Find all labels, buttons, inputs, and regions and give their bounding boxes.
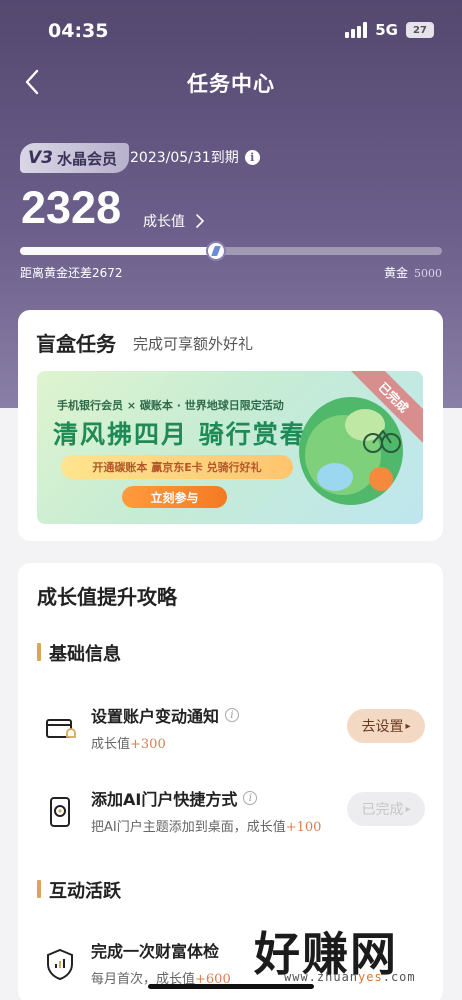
- phone-shortcut-icon: [50, 797, 70, 827]
- watermark-url-a: www.zhuan: [284, 970, 359, 984]
- badge-level-mark: V3: [28, 148, 53, 168]
- completed-button-label: 已完成: [361, 802, 404, 818]
- go-set-button[interactable]: 去设置 ▸: [347, 709, 425, 743]
- card-bell-icon: [46, 719, 76, 738]
- task-row-notify: 设置账户变动通知 i 成长值+300 去设置 ▸: [18, 703, 443, 763]
- task-reward: +300: [130, 737, 166, 752]
- growth-progress-bar: [20, 241, 442, 261]
- battery-level: 27: [413, 24, 427, 36]
- watermark-url-c: .com: [382, 970, 416, 984]
- caret-right-icon: ▸: [405, 720, 411, 732]
- join-now-button[interactable]: 立刻参与: [122, 486, 227, 508]
- task-reward: +100: [285, 820, 322, 835]
- banner-top-text: 手机银行会员 × 碳账本 · 世界地球日限定活动: [57, 399, 284, 412]
- section-title-interactive: 互动活跃: [37, 877, 121, 903]
- growth-label: 成长值: [143, 214, 185, 230]
- info-icon[interactable]: i: [243, 791, 258, 805]
- progress-knob-icon: [206, 241, 226, 261]
- task-name: 完成一次财富体检: [91, 938, 219, 962]
- blind-box-title: 盲盒任务: [36, 332, 116, 356]
- completed-button[interactable]: 已完成 ▸: [347, 792, 425, 826]
- guide-title: 成长值提升攻略: [37, 585, 177, 609]
- chevron-right-icon: [196, 214, 205, 228]
- next-level-value: 5000: [414, 267, 442, 280]
- blind-box-subtitle: 完成可享额外好礼: [133, 335, 254, 353]
- status-bar: 04:35 5G 27: [0, 0, 462, 60]
- watermark-url: www.zhuanyes.com: [284, 970, 416, 984]
- banner-strip-text: 开通碳账本 赢京东E卡 兑骑行好礼: [61, 455, 293, 479]
- task-row-shortcut: 添加AI门户快捷方式 i 把AI门户主题添加到桌面，成长值+100 已完成 ▸: [18, 786, 443, 846]
- task-name-text: 完成一次财富体检: [91, 942, 220, 961]
- task-desc-prefix: 把AI门户主题添加到桌面，成长值: [91, 820, 286, 835]
- battery-icon: 27: [406, 22, 434, 38]
- section-title-basic: 基础信息: [37, 640, 121, 666]
- growth-value-link[interactable]: 成长值: [143, 211, 205, 231]
- site-watermark: 好赚网 www.zhuanyes.com: [254, 918, 454, 992]
- progress-fill: [20, 247, 216, 255]
- member-level-badge[interactable]: V3 水晶会员: [20, 143, 130, 173]
- task-desc: 把AI门户主题添加到桌面，成长值+100: [91, 816, 321, 835]
- task-name: 添加AI门户快捷方式 i: [91, 786, 258, 810]
- activity-banner[interactable]: 手机银行会员 × 碳账本 · 世界地球日限定活动 清风拂四月 骑行赏春色 开通碳…: [37, 371, 423, 524]
- banner-main-text: 清风拂四月 骑行赏春色: [53, 420, 334, 449]
- network-type: 5G: [375, 21, 398, 39]
- expire-info: 2023/05/31到期 i: [130, 147, 260, 167]
- info-icon[interactable]: i: [244, 149, 260, 165]
- go-set-button-label: 去设置: [361, 719, 404, 735]
- growth-value: 2328: [21, 182, 122, 233]
- task-desc-prefix: 成长值: [91, 737, 131, 752]
- page-title: 任务中心: [187, 72, 275, 96]
- status-indicators: 5G 27: [345, 21, 434, 39]
- task-name-text: 设置账户变动通知: [91, 707, 220, 726]
- caret-right-icon: ▸: [405, 803, 411, 815]
- next-level: 黄金 5000: [384, 264, 442, 281]
- home-indicator[interactable]: [148, 984, 314, 989]
- watermark-url-b: yes: [358, 970, 383, 984]
- nav-bar: 任务中心: [0, 60, 462, 106]
- task-name-text: 添加AI门户快捷方式: [91, 790, 238, 809]
- info-icon[interactable]: i: [225, 708, 240, 722]
- expire-text: 2023/05/31到期: [130, 150, 239, 166]
- task-desc: 成长值+300: [91, 733, 166, 752]
- next-level-label: 黄金: [383, 266, 408, 280]
- gap-to-gold: 距离黄金还差2672: [20, 266, 123, 280]
- signal-icon: [345, 22, 368, 38]
- blind-box-card: 盲盒任务 完成可享额外好礼 手机银行会员 × 碳账本 · 世界地球日限定活动 清…: [18, 310, 443, 541]
- shield-chart-icon: [47, 948, 73, 980]
- status-time: 04:35: [48, 20, 109, 42]
- task-name: 设置账户变动通知 i: [91, 703, 240, 727]
- badge-label: 水晶会员: [57, 149, 118, 168]
